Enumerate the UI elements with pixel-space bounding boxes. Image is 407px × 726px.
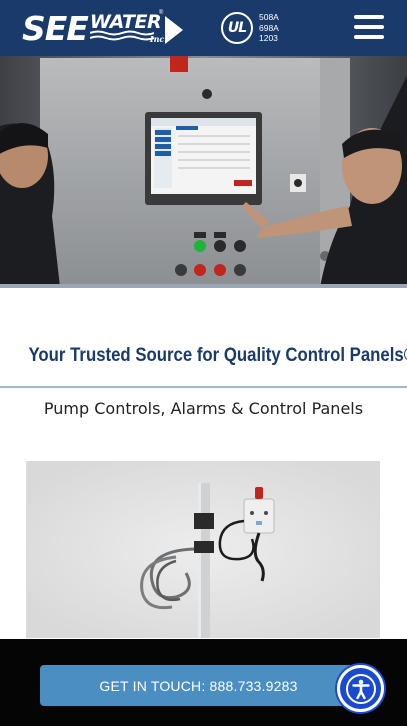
ul-code: 1203: [259, 33, 278, 43]
menu-bar: [354, 15, 384, 19]
logo-waves-icon: [89, 30, 154, 41]
control-panel-photo: [0, 56, 407, 287]
ul-standard-codes: 508A 698A 1203: [259, 12, 279, 44]
ul-listed-badge: UL: [221, 12, 253, 44]
hero-bottom-strip: [0, 284, 407, 288]
menu-bar: [354, 25, 384, 29]
page-headline: Your Trusted Source for Quality Control …: [28, 344, 407, 366]
accessibility-button[interactable]: [337, 665, 384, 712]
accessibility-person-icon: [345, 673, 376, 704]
get-in-touch-button[interactable]: GET IN TOUCH: 888.733.9283: [40, 665, 357, 706]
pump-control-alarm-product-photo: [26, 461, 380, 638]
logo-registered-mark: ®: [158, 10, 164, 16]
site-header: SEE WATER ® Inc. UL 508A 698A 1203: [0, 0, 407, 56]
hero-control-panel-photo: [0, 56, 407, 287]
page-subheadline: Pump Controls, Alarms & Control Panels: [43, 399, 364, 418]
logo-see-text: SEE: [22, 8, 89, 48]
ul-code: 508A: [259, 12, 279, 22]
hamburger-menu-icon[interactable]: [354, 15, 386, 41]
see-water-logo[interactable]: SEE WATER ® Inc.: [22, 8, 186, 48]
menu-bar: [354, 35, 384, 39]
ul-code: 698A: [259, 22, 279, 33]
ul-mark-text: UL: [227, 20, 247, 36]
logo-arrow-icon: [164, 16, 183, 44]
headline-divider: [0, 386, 407, 388]
product-image-graphic: [26, 461, 380, 638]
logo-water-block: WATER ® Inc.: [89, 10, 186, 46]
